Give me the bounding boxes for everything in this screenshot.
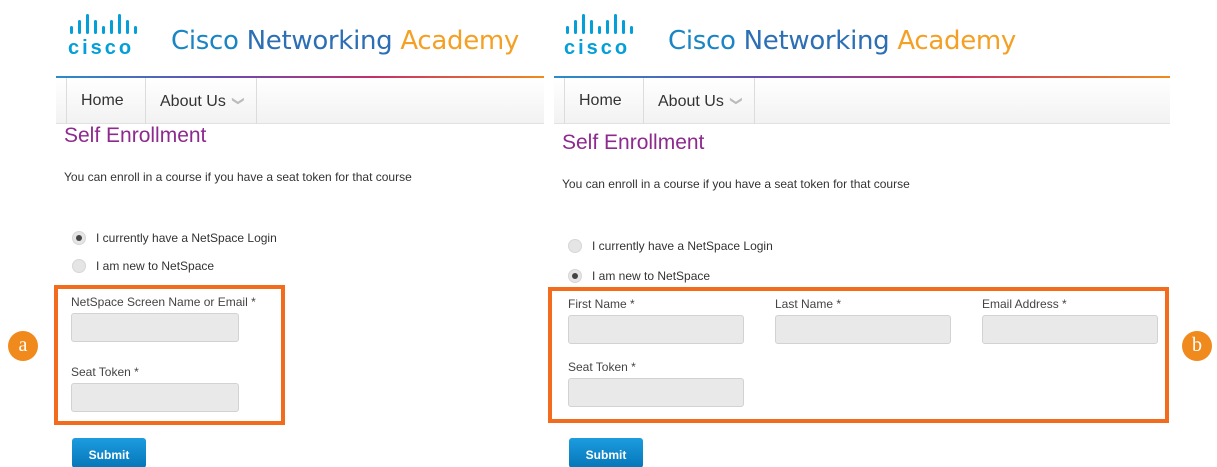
submit-button[interactable]: Submit	[569, 438, 643, 467]
cisco-wordmark: cisco	[564, 37, 631, 59]
intro-text: You can enroll in a course if you have a…	[562, 177, 910, 191]
nav-home[interactable]: Home	[66, 78, 138, 124]
submit-button[interactable]: Submit	[72, 438, 146, 467]
brand-title: Cisco Networking Academy	[171, 26, 520, 56]
cisco-bars-icon	[68, 14, 138, 36]
first-name-label: First Name *	[568, 297, 635, 311]
top-nav: Home About Us ❮	[554, 78, 1170, 124]
page-title: Self Enrollment	[562, 131, 705, 154]
chevron-down-icon: ❮	[229, 95, 244, 107]
email-label: Email Address *	[982, 297, 1067, 311]
nav-home[interactable]: Home	[564, 78, 636, 124]
seat-token-label: Seat Token *	[71, 365, 139, 379]
enrollment-panel-a: cisco Cisco Networking Academy Home Abou…	[0, 0, 548, 467]
callout-badge-a: a	[8, 331, 38, 361]
enrollment-panel-b: cisco Cisco Networking Academy Home Abou…	[548, 0, 1217, 467]
radio-button[interactable]	[72, 231, 86, 245]
top-nav: Home About Us ❮	[56, 78, 544, 124]
screen-name-input[interactable]	[71, 313, 239, 342]
seat-token-label: Seat Token *	[568, 360, 636, 374]
nav-about-us[interactable]: About Us ❮	[643, 78, 755, 124]
seat-token-input[interactable]	[71, 383, 239, 412]
callout-badge-b: b	[1182, 331, 1212, 361]
email-input[interactable]	[982, 315, 1158, 344]
cisco-bars-icon	[564, 14, 634, 36]
last-name-input[interactable]	[775, 315, 951, 344]
radio-button[interactable]	[568, 269, 582, 283]
seat-token-input[interactable]	[568, 378, 744, 407]
first-name-input[interactable]	[568, 315, 744, 344]
radio-button[interactable]	[568, 239, 582, 253]
cisco-wordmark: cisco	[68, 37, 135, 59]
last-name-label: Last Name *	[775, 297, 842, 311]
radio-button[interactable]	[72, 259, 86, 273]
chevron-down-icon: ❮	[727, 95, 742, 107]
intro-text: You can enroll in a course if you have a…	[64, 170, 412, 184]
screen-name-label: NetSpace Screen Name or Email *	[71, 295, 256, 309]
brand-title: Cisco Networking Academy	[668, 26, 1017, 56]
nav-about-us[interactable]: About Us ❮	[145, 78, 257, 124]
page-title: Self Enrollment	[64, 124, 207, 147]
